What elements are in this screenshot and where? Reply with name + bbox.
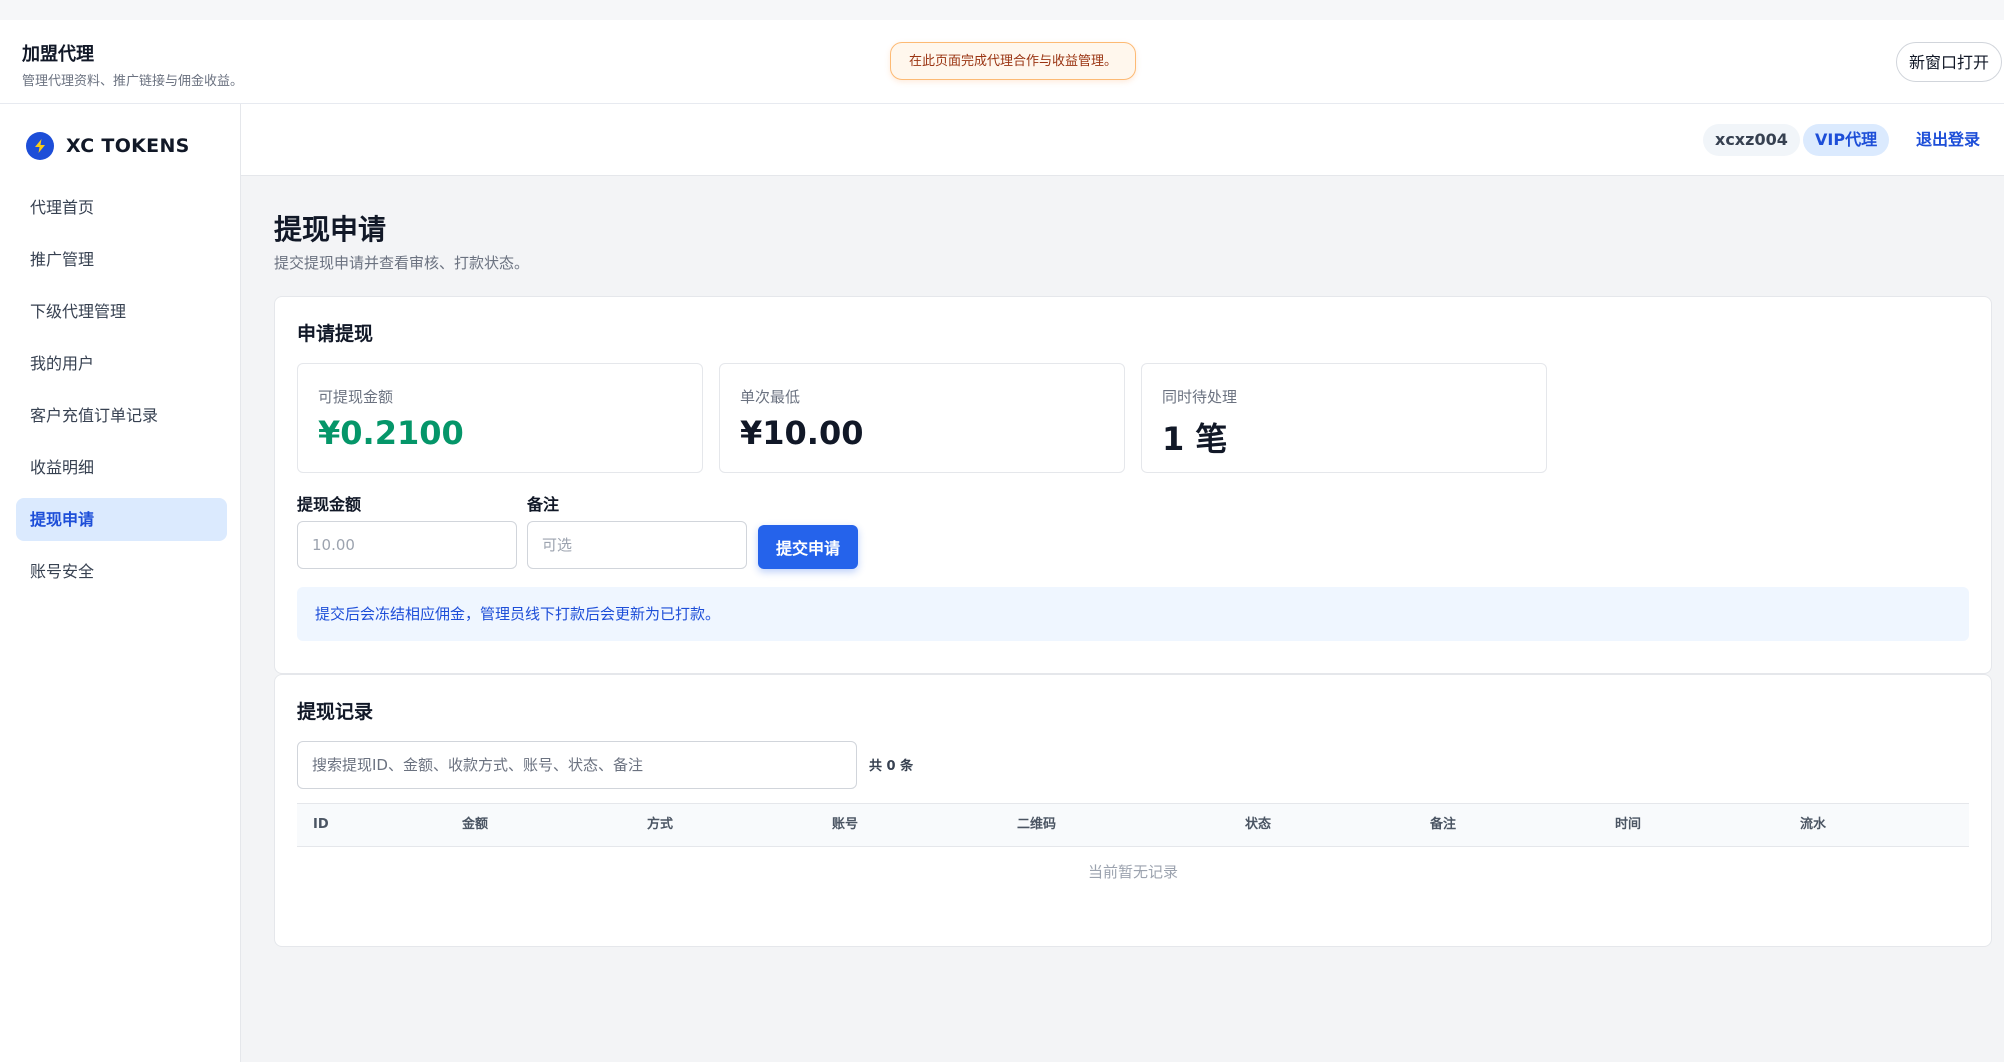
sidebar-item-agent-home[interactable]: 代理首页 [16,186,227,229]
app-subtitle: 管理代理资料、推广链接与佣金收益。 [22,74,244,89]
records-search-input[interactable] [297,741,857,789]
records-count: 共 0 条 [869,759,914,774]
stat-pending: 同时待处理 1 笔 [1141,363,1547,473]
remark-input[interactable] [527,521,747,569]
withdrawal-records-card: 提现记录 共 0 条 ID 金额 方式 账号 二维码 状态 备注 时间 流水 当… [274,674,1992,947]
sidebar-item-promotion[interactable]: 推广管理 [16,238,227,281]
lightning-icon [26,132,54,160]
stat-label: 单次最低 [740,388,801,406]
sidebar-item-account-security[interactable]: 账号安全 [16,550,227,593]
remark-label: 备注 [527,495,560,514]
notice-banner: 在此页面完成代理合作与收益管理。 [890,42,1137,80]
page-title: 提现申请 [274,213,387,246]
stat-available-amount: 可提现金额 ¥0.2100 [297,363,703,473]
column-header-time: 时间 [1615,817,1642,832]
username-badge: xcxz004 [1703,124,1800,156]
empty-state: 当前暂无记录 [1087,863,1178,881]
column-header-account: 账号 [832,817,859,832]
column-header-status: 状态 [1245,817,1272,832]
column-header-amount: 金额 [462,817,489,832]
records-table-header: ID 金额 方式 账号 二维码 状态 备注 时间 流水 [297,803,1969,847]
info-notice: 提交后会冻结相应佣金，管理员线下打款后会更新为已打款。 [297,587,1969,641]
stat-value: 1 笔 [1162,420,1228,458]
vip-badge: VIP代理 [1803,124,1890,156]
column-header-transaction: 流水 [1800,817,1827,832]
column-header-method: 方式 [647,817,674,832]
apply-withdrawal-card: 申请提现 可提现金额 ¥0.2100 单次最低 ¥10.00 同时待处理 1 笔… [274,296,1992,674]
page-subtitle: 提交提现申请并查看审核、打款状态。 [274,254,530,272]
column-header-qrcode: 二维码 [1017,817,1057,832]
records-card-title: 提现记录 [297,701,374,723]
open-new-window-button[interactable]: 新窗口打开 [1896,42,2003,82]
window-top-strip [0,0,2004,20]
sidebar-item-my-users[interactable]: 我的用户 [16,342,227,385]
stat-value: ¥10.00 [740,414,864,452]
amount-label: 提现金额 [297,495,362,514]
app-title: 加盟代理 [22,44,94,65]
sidebar: XC TOKENS 代理首页 推广管理 下级代理管理 我的用户 客户充值订单记录… [0,104,241,1062]
sidebar-item-withdrawal[interactable]: 提现申请 [16,498,227,541]
amount-input[interactable] [297,521,517,569]
column-header-id: ID [313,817,329,832]
sidebar-item-recharge-orders[interactable]: 客户充值订单记录 [16,394,227,437]
stat-label: 同时待处理 [1162,388,1238,406]
stat-label: 可提现金额 [318,388,394,406]
sidebar-nav: 代理首页 推广管理 下级代理管理 我的用户 客户充值订单记录 收益明细 提现申请… [16,186,227,602]
column-header-remark: 备注 [1430,817,1457,832]
brand[interactable]: XC TOKENS [26,132,190,160]
user-bar: xcxz004 VIP代理 退出登录 [241,104,2004,176]
main-content: xcxz004 VIP代理 退出登录 提现申请 提交提现申请并查看审核、打款状态… [241,104,2004,1062]
stat-min-amount: 单次最低 ¥10.00 [719,363,1125,473]
app-header: 加盟代理 管理代理资料、推广链接与佣金收益。 在此页面完成代理合作与收益管理。 … [0,20,2004,104]
apply-card-title: 申请提现 [297,323,374,345]
sidebar-item-sub-agents[interactable]: 下级代理管理 [16,290,227,333]
sidebar-item-earnings[interactable]: 收益明细 [16,446,227,489]
brand-name: XC TOKENS [66,135,190,157]
stat-value: ¥0.2100 [318,414,464,452]
submit-application-button[interactable]: 提交申请 [758,525,858,569]
logout-link[interactable]: 退出登录 [1916,124,1980,156]
